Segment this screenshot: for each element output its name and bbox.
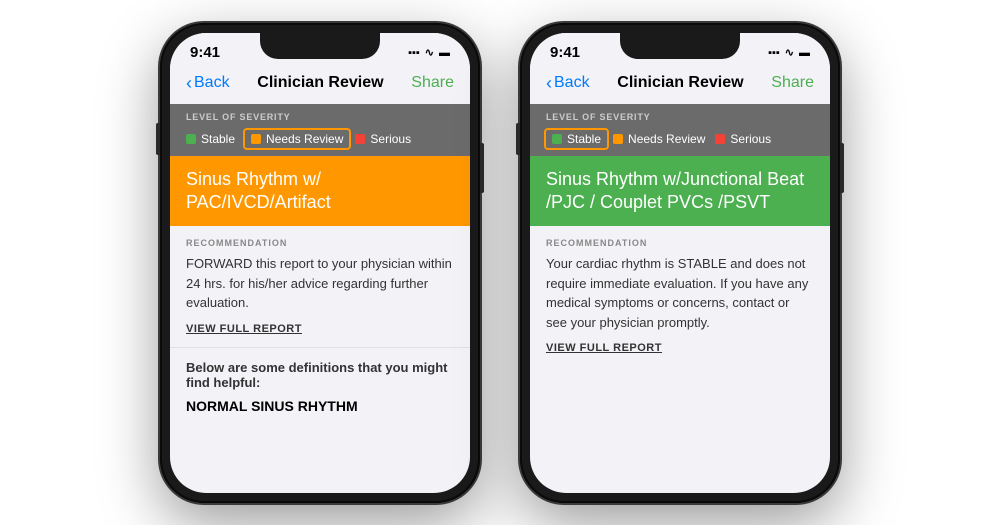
back-button-1[interactable]: ‹ Back xyxy=(186,73,230,94)
severity-section-2: LEVEL OF SEVERITY Stable Needs Review xyxy=(530,104,830,156)
recommendation-text-1: FORWARD this report to your physician wi… xyxy=(186,254,454,313)
status-icons-1: ▪▪▪ ∿ ▬ xyxy=(408,46,450,59)
diagnosis-header-2: Sinus Rhythm w/Junctional Beat /PJC / Co… xyxy=(530,156,830,227)
severity-stable-2[interactable]: Stable xyxy=(544,128,609,150)
severity-stable-label-1: Stable xyxy=(201,132,235,146)
severity-serious-label-2: Serious xyxy=(730,132,771,146)
severity-stable-1[interactable]: Stable xyxy=(186,132,235,146)
view-full-report-2[interactable]: VIEW FULL REPORT xyxy=(546,342,814,354)
phone-screen-1: 9:41 ▪▪▪ ∿ ▬ ‹ Back Clinician Review Sha… xyxy=(170,33,470,493)
phone-2: 9:41 ▪▪▪ ∿ ▬ ‹ Back Clinician Review Sha… xyxy=(520,23,840,503)
severity-dot-needs-review-2 xyxy=(613,134,623,144)
severity-serious-1[interactable]: Serious xyxy=(355,132,411,146)
recommendation-label-1: RECOMMENDATION xyxy=(186,238,454,248)
severity-needs-review-2[interactable]: Needs Review xyxy=(613,132,705,146)
battery-icon-2: ▬ xyxy=(799,47,810,59)
status-icons-2: ▪▪▪ ∿ ▬ xyxy=(768,46,810,59)
share-button-1[interactable]: Share xyxy=(411,74,454,92)
severity-dot-serious-2 xyxy=(715,134,725,144)
status-time-2: 9:41 xyxy=(550,44,580,61)
nav-title-2: Clinician Review xyxy=(617,74,743,92)
severity-dot-stable-1 xyxy=(186,134,196,144)
nav-title-1: Clinician Review xyxy=(257,74,383,92)
severity-dot-needs-review-1 xyxy=(251,134,261,144)
wifi-icon-2: ∿ xyxy=(785,46,794,59)
recommendation-section-1: RECOMMENDATION FORWARD this report to yo… xyxy=(170,226,470,347)
severity-dot-stable-2 xyxy=(552,134,562,144)
severity-stable-label-2: Stable xyxy=(567,132,601,146)
back-label-2: Back xyxy=(554,74,590,92)
severity-needs-review-1[interactable]: Needs Review xyxy=(243,128,351,150)
definition-heading-1: NORMAL SINUS RHYTHM xyxy=(186,398,454,414)
severity-serious-label-1: Serious xyxy=(370,132,411,146)
share-button-2[interactable]: Share xyxy=(771,74,814,92)
diagnosis-header-1: Sinus Rhythm w/ PAC/IVCD/Artifact xyxy=(170,156,470,227)
battery-icon-1: ▬ xyxy=(439,47,450,59)
nav-bar-1: ‹ Back Clinician Review Share xyxy=(170,69,470,104)
recommendation-section-2: RECOMMENDATION Your cardiac rhythm is ST… xyxy=(530,226,830,366)
back-chevron-1: ‹ xyxy=(186,73,192,94)
severity-label-1: LEVEL OF SEVERITY xyxy=(186,112,454,122)
signal-icon-1: ▪▪▪ xyxy=(408,47,420,59)
severity-needs-review-label-1: Needs Review xyxy=(266,132,343,146)
severity-serious-2[interactable]: Serious xyxy=(715,132,771,146)
phone-screen-2: 9:41 ▪▪▪ ∿ ▬ ‹ Back Clinician Review Sha… xyxy=(530,33,830,493)
severity-section-1: LEVEL OF SEVERITY Stable Needs Review xyxy=(170,104,470,156)
definitions-section-1: Below are some definitions that you migh… xyxy=(170,347,470,426)
severity-needs-review-label-2: Needs Review xyxy=(628,132,705,146)
view-full-report-1[interactable]: VIEW FULL REPORT xyxy=(186,323,454,335)
severity-options-1: Stable Needs Review Serious xyxy=(186,130,454,148)
recommendation-text-2: Your cardiac rhythm is STABLE and does n… xyxy=(546,254,814,332)
notch-2 xyxy=(620,33,740,59)
definitions-intro-1: Below are some definitions that you migh… xyxy=(186,360,454,390)
severity-dot-serious-1 xyxy=(355,134,365,144)
notch-1 xyxy=(260,33,380,59)
status-time-1: 9:41 xyxy=(190,44,220,61)
recommendation-label-2: RECOMMENDATION xyxy=(546,238,814,248)
severity-label-2: LEVEL OF SEVERITY xyxy=(546,112,814,122)
wifi-icon-1: ∿ xyxy=(425,46,434,59)
signal-icon-2: ▪▪▪ xyxy=(768,47,780,59)
back-chevron-2: ‹ xyxy=(546,73,552,94)
back-label-1: Back xyxy=(194,74,230,92)
phones-container: 9:41 ▪▪▪ ∿ ▬ ‹ Back Clinician Review Sha… xyxy=(140,3,860,523)
back-button-2[interactable]: ‹ Back xyxy=(546,73,590,94)
severity-options-2: Stable Needs Review Serious xyxy=(546,130,814,148)
phone-1: 9:41 ▪▪▪ ∿ ▬ ‹ Back Clinician Review Sha… xyxy=(160,23,480,503)
nav-bar-2: ‹ Back Clinician Review Share xyxy=(530,69,830,104)
